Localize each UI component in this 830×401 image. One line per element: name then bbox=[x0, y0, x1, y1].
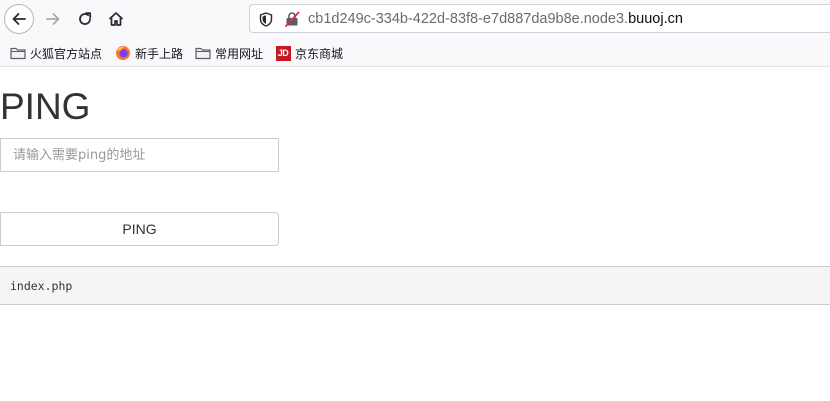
url-domain: buuoj.cn bbox=[628, 11, 683, 27]
ping-button[interactable]: PING bbox=[0, 212, 279, 246]
ping-address-input[interactable] bbox=[0, 138, 279, 172]
bookmark-label: 京东商城 bbox=[295, 46, 344, 61]
bookmark-label: 常用网址 bbox=[215, 46, 264, 61]
bookmark-common-sites[interactable]: 常用网址 bbox=[195, 44, 263, 62]
ping-output: index.php bbox=[0, 266, 830, 305]
reload-button[interactable] bbox=[70, 4, 100, 34]
bookmarks-toolbar: 火狐官方站点 新手上路 常用网址 JD 京东商城 bbox=[0, 38, 830, 67]
tracking-shield-icon[interactable] bbox=[258, 11, 274, 27]
insecure-connection-icon[interactable] bbox=[284, 11, 300, 27]
browser-toolbar: cb1d249c-334b-422d-83f8-e7d887da9b8e.nod… bbox=[0, 0, 830, 38]
url-text[interactable]: cb1d249c-334b-422d-83f8-e7d887da9b8e.nod… bbox=[308, 11, 683, 28]
home-icon bbox=[108, 12, 124, 26]
bookmark-firefox-official-site[interactable]: 火狐官方站点 bbox=[10, 44, 102, 62]
back-button[interactable] bbox=[4, 4, 34, 34]
jd-logo-text: JD bbox=[275, 45, 291, 61]
bookmark-label: 新手上路 bbox=[135, 46, 184, 61]
url-prefix: cb1d249c-334b-422d-83f8-e7d887da9b8e.nod… bbox=[308, 11, 629, 27]
page-title: PING bbox=[0, 86, 91, 127]
reload-icon bbox=[79, 12, 92, 25]
home-button[interactable] bbox=[101, 4, 131, 34]
firefox-icon bbox=[115, 45, 131, 61]
bookmark-label: 火狐官方站点 bbox=[30, 46, 103, 61]
folder-icon bbox=[10, 45, 26, 61]
jd-icon: JD bbox=[275, 45, 291, 61]
back-arrow-icon bbox=[12, 13, 26, 25]
forward-arrow-icon bbox=[46, 13, 60, 25]
folder-icon bbox=[195, 45, 211, 61]
bookmark-jd-mall[interactable]: JD 京东商城 bbox=[275, 44, 343, 62]
bookmark-getting-started[interactable]: 新手上路 bbox=[115, 44, 183, 62]
forward-button[interactable] bbox=[38, 4, 68, 34]
url-bar[interactable]: cb1d249c-334b-422d-83f8-e7d887da9b8e.nod… bbox=[249, 4, 830, 33]
